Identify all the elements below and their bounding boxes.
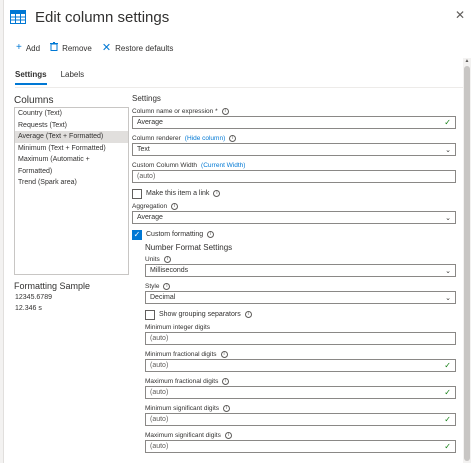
checkmark-icon: ✓ xyxy=(444,442,451,451)
vertical-scrollbar[interactable]: ▲ xyxy=(463,58,471,463)
info-icon[interactable]: i xyxy=(222,378,230,385)
column-name-input[interactable]: Average ✓ xyxy=(132,116,456,129)
dialog-header: Edit column settings ✕ xyxy=(10,6,465,28)
info-icon[interactable]: i xyxy=(221,108,229,115)
checkmark-icon: ✓ xyxy=(444,361,451,370)
max-sig-label: Maximum significant digits i xyxy=(145,431,456,440)
info-icon[interactable]: i xyxy=(223,405,231,412)
tab-settings[interactable]: Settings xyxy=(15,70,47,85)
units-dropdown[interactable]: Milliseconds ⌄ xyxy=(145,264,456,277)
toolbar: + Add Remove ✕ Restore defaults xyxy=(16,40,173,56)
restore-defaults-button[interactable]: ✕ Restore defaults xyxy=(101,42,174,54)
list-item[interactable]: Country (Text) xyxy=(15,108,128,120)
max-frac-label: Maximum fractional digits i xyxy=(145,377,456,386)
grouping-checkbox-row[interactable]: Show grouping separators i xyxy=(145,309,456,320)
current-width-link[interactable]: (Current Width) xyxy=(201,161,245,170)
list-item[interactable]: Requests (Text) xyxy=(15,120,128,132)
columns-heading: Columns xyxy=(14,95,54,106)
trash-icon xyxy=(50,42,59,54)
min-int-label: Minimum integer digits xyxy=(145,324,211,331)
info-icon[interactable]: i xyxy=(207,231,215,238)
add-label: Add xyxy=(25,43,41,53)
number-format-section: Number Format Settings Units i Milliseco… xyxy=(145,243,456,453)
max-frac-input[interactable]: (auto) ✓ xyxy=(145,386,456,399)
tab-bar: Settings Labels xyxy=(15,70,84,85)
make-link-checkbox-row[interactable]: Make this item a link i xyxy=(132,188,456,199)
add-button[interactable]: + Add xyxy=(16,43,40,53)
max-sig-input[interactable]: (auto) ✓ xyxy=(145,440,456,453)
grouping-checkbox[interactable] xyxy=(145,309,155,320)
checkmark-icon: ✓ xyxy=(444,118,451,127)
tab-labels[interactable]: Labels xyxy=(61,70,85,85)
tab-divider xyxy=(15,87,467,88)
width-input[interactable]: (auto) xyxy=(132,170,456,183)
list-item-continuation[interactable]: Formatted) xyxy=(15,166,128,178)
info-icon[interactable]: i xyxy=(244,311,252,318)
chevron-down-icon: ⌄ xyxy=(445,294,451,302)
column-name-label: Column name or expression * i xyxy=(132,107,456,116)
scroll-thumb[interactable] xyxy=(464,66,470,461)
info-icon[interactable]: i xyxy=(220,351,228,358)
list-item[interactable]: Minimum (Text + Formatted) xyxy=(15,143,128,155)
chevron-down-icon: ⌄ xyxy=(445,146,451,154)
grid-table-icon xyxy=(10,10,26,24)
formatting-sample-raw: 12345.6789 xyxy=(15,294,52,301)
formatting-sample-heading: Formatting Sample xyxy=(14,281,91,291)
info-icon[interactable]: i xyxy=(163,283,171,290)
min-int-input[interactable]: (auto) xyxy=(145,332,456,345)
scroll-up-arrow-icon[interactable]: ▲ xyxy=(464,58,470,64)
formatting-sample-formatted: 12.346 s xyxy=(15,305,42,312)
settings-heading: Settings xyxy=(132,94,161,103)
min-frac-label: Minimum fractional digits i xyxy=(145,350,456,359)
style-dropdown[interactable]: Decimal ⌄ xyxy=(145,291,456,304)
info-icon[interactable]: i xyxy=(163,256,171,263)
info-icon[interactable]: i xyxy=(213,190,221,197)
list-item[interactable]: Maximum (Automatic + xyxy=(15,154,128,166)
hide-column-link[interactable]: (Hide column) xyxy=(185,134,225,143)
info-icon[interactable]: i xyxy=(171,203,179,210)
make-link-checkbox[interactable] xyxy=(132,188,142,199)
columns-list[interactable]: Country (Text) Requests (Text) Average (… xyxy=(14,107,129,275)
page-title: Edit column settings xyxy=(35,8,170,26)
chevron-down-icon: ⌄ xyxy=(445,214,451,222)
aggregation-dropdown[interactable]: Average ⌄ xyxy=(132,211,456,224)
aggregation-label: Aggregation i xyxy=(132,202,456,211)
plus-icon: + xyxy=(16,42,22,53)
chevron-down-icon: ⌄ xyxy=(445,267,451,275)
list-item[interactable]: Trend (Spark area) xyxy=(15,177,128,189)
width-label: Custom Column Width (Current Width) xyxy=(132,161,246,170)
info-icon[interactable]: i xyxy=(229,135,237,142)
number-format-heading: Number Format Settings xyxy=(145,243,233,252)
background-blade-edge xyxy=(0,0,4,463)
close-icon[interactable]: ✕ xyxy=(455,8,465,22)
renderer-dropdown[interactable]: Text ⌄ xyxy=(132,143,456,156)
settings-panel: Settings Column name or expression * i A… xyxy=(132,94,456,458)
style-label: Style i xyxy=(145,282,456,291)
custom-formatting-checkbox[interactable]: ✓ xyxy=(132,229,142,240)
restore-label: Restore defaults xyxy=(115,43,174,53)
checkmark-icon: ✓ xyxy=(444,388,451,397)
list-item-selected[interactable]: Average (Text + Formatted) xyxy=(15,131,128,143)
x-icon: ✕ xyxy=(101,42,112,54)
info-icon[interactable]: i xyxy=(224,432,232,439)
checkmark-icon: ✓ xyxy=(444,415,451,424)
min-frac-input[interactable]: (auto) ✓ xyxy=(145,359,456,372)
min-sig-input[interactable]: (auto) ✓ xyxy=(145,413,456,426)
remove-label: Remove xyxy=(62,43,92,53)
custom-formatting-checkbox-row[interactable]: ✓ Custom formatting i xyxy=(132,229,456,240)
units-label: Units i xyxy=(145,255,456,264)
renderer-label: Column renderer (Hide column) i xyxy=(132,134,456,143)
remove-button[interactable]: Remove xyxy=(50,42,92,54)
min-sig-label: Minimum significant digits i xyxy=(145,404,456,413)
